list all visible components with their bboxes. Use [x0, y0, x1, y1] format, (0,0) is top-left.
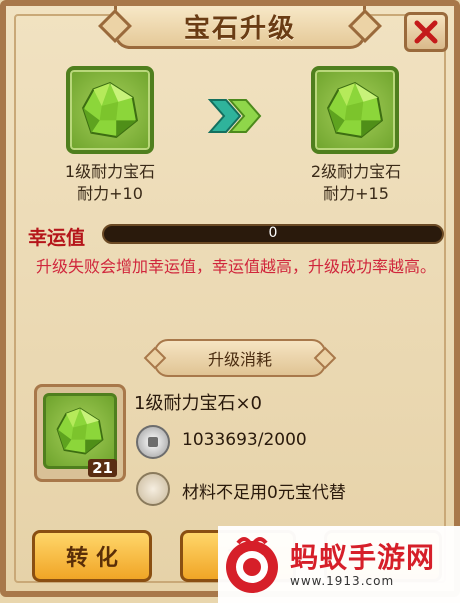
upgrade-hint-text: 升级失败会增加幸运值，幸运值越高，升级成功率越高。	[36, 257, 437, 276]
watermark-title: 蚂蚁手游网	[290, 540, 436, 574]
silver-coin-icon	[136, 425, 170, 459]
source-gem-caption: 1级耐力宝石 耐力+10	[30, 161, 190, 205]
transform-button[interactable]: 转 化	[32, 530, 152, 582]
material-gem	[43, 393, 117, 469]
double-chevron-right-icon	[207, 99, 262, 133]
title-banner: 宝石升级	[114, 6, 366, 49]
source-gem-name: 1级耐力宝石	[64, 162, 156, 181]
luck-progress-bar: 0	[102, 224, 444, 244]
cost-title: 升级消耗	[207, 350, 272, 369]
green-gem-icon	[82, 81, 138, 138]
green-gem-icon	[327, 81, 383, 138]
watermark-url: www.1913.com	[290, 573, 395, 588]
target-gem-name: 2级耐力宝石	[310, 162, 402, 181]
material-requirement: 1级耐力宝石×0	[134, 393, 262, 414]
close-button[interactable]	[404, 12, 448, 52]
money-requirement: 1033693/2000	[182, 430, 307, 450]
target-gem-slot[interactable]	[311, 66, 399, 154]
close-icon	[414, 20, 438, 44]
watermark: 蚂蚁手游网 www.1913.com	[218, 526, 460, 603]
panel-title: 宝石升级	[183, 13, 296, 44]
material-slot[interactable]: 21	[34, 384, 126, 482]
substitute-label: 材料不足用0元宝代替	[182, 483, 346, 503]
target-gem-stat: 耐力+15	[323, 184, 389, 203]
substitute-checkbox[interactable]	[136, 472, 170, 506]
green-gem-icon	[56, 407, 104, 455]
source-gem-slot[interactable]	[66, 66, 154, 154]
watermark-text: 蚂蚁手游网 www.1913.com	[290, 540, 436, 588]
luck-label: 幸运值	[28, 227, 86, 249]
cost-banner: 升级消耗	[154, 339, 326, 377]
target-gem-caption: 2级耐力宝石 耐力+15	[276, 161, 436, 205]
watermark-logo-icon	[226, 536, 278, 593]
material-count-badge: 21	[88, 459, 117, 477]
gem-upgrade-panel: 宝石升级 1级耐力宝石 耐力+10 2级耐力宝石 耐力+15 幸运值 0 升级失…	[0, 0, 460, 603]
source-gem-stat: 耐力+10	[77, 184, 143, 203]
luck-value: 0	[268, 225, 278, 241]
